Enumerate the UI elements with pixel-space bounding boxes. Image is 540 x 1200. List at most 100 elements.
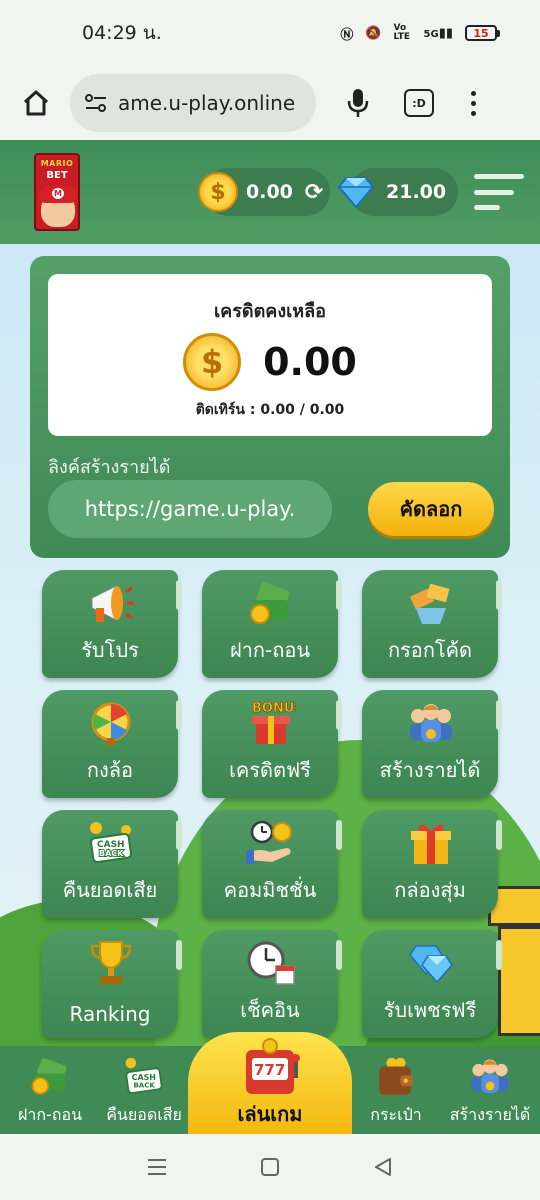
coin-icon: $ [198,172,238,212]
menu-tile-deposit-withdraw[interactable]: ฝาก-ถอน [202,570,342,678]
referral-link-field[interactable]: https://game.u-play. [48,480,332,538]
volte-icon: Vo LTE [393,23,411,42]
nav-deposit-withdraw[interactable]: ฝาก-ถอน [0,1052,100,1132]
team-icon [410,704,452,742]
menu-tile-redeem-code[interactable]: กรอกโค้ด [362,570,502,678]
copy-button[interactable]: คัดลอก [368,482,494,536]
commission-icon [246,820,292,864]
mario-bet-logo[interactable]: MARIO BET M [34,153,80,231]
nav-cashback[interactable]: CASH BACK คืนยอดเสีย [94,1052,194,1132]
credit-card: เครดิตคงเหลือ $ 0.00 ติดเทิร์น : 0.00 / … [48,274,492,436]
turnover-text: ติดเทิร์น : 0.00 / 0.00 [195,402,345,418]
browser-toolbar: ame.u-play.online :D [0,66,540,140]
logo-text: BET [46,170,68,181]
menu-tile-label: เครดิตฟรี [229,758,311,782]
coin-balance: $ 0.00 ⟳ [198,168,330,216]
diamond-icon [338,177,374,208]
menu-tile-wheel[interactable]: กงล้อ [42,690,182,798]
status-time: 04:29 น. [82,22,162,44]
menu-tile-cashback[interactable]: CASH BACK คืนยอดเสีย [42,810,182,918]
cashback-icon: CASHBACK [125,1057,163,1094]
coin-balance-value: 0.00 [246,181,293,203]
voice-search-button[interactable] [340,83,376,123]
home-icon [23,90,49,116]
wallet-icon [379,1057,413,1095]
status-icons: Ⓝ 🔕 Vo LTE 5G▮▮ 15 [340,24,500,43]
menu-tile-random-box[interactable]: กล่องสุ่ม [362,810,502,918]
menu-tile-label: สร้างรายได้ [379,758,481,782]
credit-amount: 0.00 [263,340,357,384]
site-settings-icon[interactable] [84,93,108,113]
more-options-button[interactable] [468,90,478,116]
status-bar: 04:29 น. Ⓝ 🔕 Vo LTE 5G▮▮ 15 [0,0,540,66]
svg-text:BONUS: BONUS [252,701,296,716]
play-game-button[interactable]: 777 เล่นเกม [188,1032,352,1134]
signal-icon: 5G▮▮ [423,25,453,41]
menu-tile-ranking[interactable]: Ranking [42,930,182,1038]
url-text: ame.u-play.online [118,91,296,115]
android-nav-bar [0,1134,540,1200]
gem-balance: 21.00 [338,168,458,216]
gift-box-icon [411,824,451,864]
menu-tile-label: กงล้อ [86,758,134,782]
menu-tile-label: เช็คอิน [240,998,300,1022]
nav-earn[interactable]: สร้างรายได้ [440,1052,540,1132]
credit-title: เครดิตคงเหลือ [214,301,326,322]
trophy-icon [90,941,132,984]
clock-calendar-icon [247,941,295,985]
menu-tile-commission[interactable]: คอมมิชชั่น [202,810,342,918]
menu-tile-label: Ranking [69,1002,151,1026]
svg-text:777: 777 [254,1061,285,1079]
hamburger-menu-button[interactable] [474,174,524,210]
coin-icon: $ [183,333,242,391]
megaphone-icon [91,585,134,622]
play-game-label: เล่นเกม [237,1102,303,1126]
bonus-box-icon: BONUS [252,701,296,744]
svg-text:BACK: BACK [133,1081,155,1090]
menu-tile-promotion[interactable]: รับโปร [42,570,182,678]
referral-link-label: ลิงค์สร้างรายได้ [48,457,171,478]
nfc-icon: Ⓝ [340,27,354,43]
wheel-icon [91,702,131,746]
home-nav-icon[interactable] [259,1156,281,1178]
menu-tile-label: รับเพชรฟรี [383,998,477,1022]
home-button[interactable] [16,83,56,123]
nav-label: คืนยอดเสีย [106,1105,182,1124]
menu-tile-free-credit[interactable]: BONUS เครดิตฟรี [202,690,342,798]
money-icon [31,1058,67,1095]
game-header: MARIO BET M $ 0.00 ⟳ 21.00 [0,140,540,244]
menu-tile-label: กล่องสุ่ม [394,878,466,902]
slot-machine-icon: 777 [246,1038,300,1094]
address-bar[interactable]: ame.u-play.online [70,74,316,132]
battery-level: 15 [465,25,497,41]
money-icon [250,582,290,624]
game-page: MARIO BET M $ 0.00 ⟳ 21.00 เครดิตคงเหลือ… [0,140,540,1134]
menu-tile-label: คอมมิชชั่น [223,878,317,902]
recent-apps-icon[interactable] [146,1157,168,1177]
gem-balance-value: 21.00 [386,181,447,203]
back-icon[interactable] [372,1156,394,1178]
nav-label: สร้างรายได้ [449,1105,531,1124]
menu-tile-label: ฝาก-ถอน [229,638,311,662]
menu-tile-earn[interactable]: สร้างรายได้ [362,690,502,798]
team-icon [471,1059,509,1093]
refresh-icon[interactable]: ⟳ [305,180,323,205]
cashback-icon: CASHBACK [90,822,132,864]
diamond-icon [409,945,453,984]
nav-label: กระเป๋า [370,1105,422,1124]
microphone-icon [347,89,369,117]
network-label: 5G [423,28,439,40]
svg-text:BACK: BACK [99,849,124,858]
battery-icon: 15 [465,25,500,41]
logo-top-text: MARIO [40,159,74,168]
menu-tile-label: คืนยอดเสีย [62,878,158,902]
credit-panel: เครดิตคงเหลือ $ 0.00 ติดเทิร์น : 0.00 / … [30,256,510,558]
menu-tile-check-in[interactable]: เช็คอิน [202,930,342,1038]
tickets-icon [409,583,450,624]
nav-label: ฝาก-ถอน [17,1105,83,1124]
nav-wallet[interactable]: กระเป๋า [346,1052,446,1132]
mute-icon: 🔕 [365,25,382,41]
tabs-button[interactable]: :D [404,89,434,117]
menu-tile-label: รับโปร [81,638,139,662]
menu-tile-free-diamonds[interactable]: รับเพชรฟรี [362,930,502,1038]
